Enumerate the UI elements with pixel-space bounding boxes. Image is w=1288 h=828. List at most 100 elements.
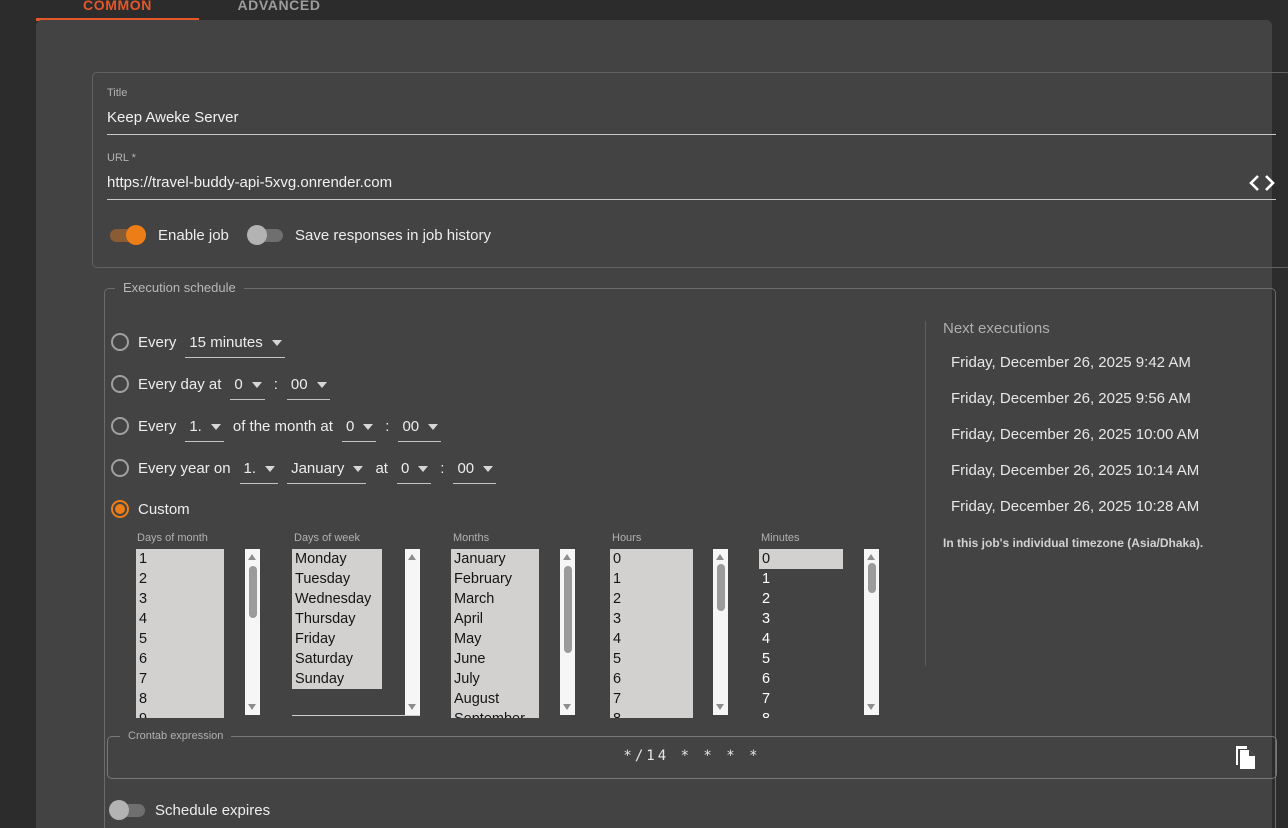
list-option[interactable]: 6 — [136, 649, 224, 669]
list-option[interactable]: Sunday — [292, 669, 382, 689]
enable-job-toggle[interactable] — [108, 224, 146, 246]
list-option[interactable]: Monday — [292, 549, 382, 569]
list-option[interactable]: 2 — [610, 589, 693, 609]
save-responses-toggle[interactable] — [247, 224, 285, 246]
scrollbar-thumb[interactable] — [868, 563, 876, 593]
list-option[interactable]: Tuesday — [292, 569, 382, 589]
list-option[interactable]: 5 — [759, 649, 843, 669]
days-of-week-listbox[interactable]: MondayTuesdayWednesdayThursdayFridaySatu… — [292, 549, 435, 718]
list-option[interactable]: September — [451, 709, 539, 718]
scroll-down-icon[interactable] — [248, 704, 256, 710]
list-option[interactable]: 7 — [759, 689, 843, 709]
hours-listbox[interactable]: 012345678 — [610, 549, 753, 718]
title-input[interactable]: Keep Aweke Server — [107, 109, 238, 126]
yearly-month-select[interactable]: January — [287, 459, 366, 484]
code-brackets-icon[interactable] — [1248, 172, 1276, 194]
list-option[interactable]: 3 — [610, 609, 693, 629]
list-option[interactable]: 1 — [610, 569, 693, 589]
url-input[interactable]: https://travel-buddy-api-5xvg.onrender.c… — [107, 174, 392, 191]
scroll-down-icon[interactable] — [867, 704, 875, 710]
scrollbar-thumb[interactable] — [249, 566, 257, 618]
scrollbar[interactable] — [245, 549, 260, 715]
minutes-listbox[interactable]: 012345678 — [759, 549, 902, 718]
crontab-expression-input[interactable]: */14 * * * * — [108, 748, 1276, 764]
tab-common[interactable]: COMMON — [36, 0, 199, 19]
interval-select[interactable]: 15 minutes — [185, 333, 284, 358]
list-option[interactable]: 7 — [136, 669, 224, 689]
scroll-up-icon[interactable] — [408, 554, 416, 560]
list-option[interactable]: February — [451, 569, 539, 589]
chevron-down-icon — [428, 424, 438, 430]
main-panel: Title Keep Aweke Server URL * https://tr… — [36, 20, 1272, 828]
monthly-minute-select[interactable]: 00 — [398, 417, 441, 442]
scroll-up-icon[interactable] — [248, 554, 256, 560]
monthly-day-select[interactable]: 1. — [185, 417, 224, 442]
scrollbar-thumb[interactable] — [717, 564, 725, 611]
list-option[interactable]: 6 — [610, 669, 693, 689]
scrollbar-thumb[interactable] — [564, 566, 572, 653]
months-listbox[interactable]: JanuaryFebruaryMarchAprilMayJuneJulyAugu… — [451, 549, 594, 718]
scroll-up-icon[interactable] — [867, 554, 875, 560]
list-option[interactable]: April — [451, 609, 539, 629]
list-option[interactable]: January — [451, 549, 539, 569]
list-option[interactable]: Wednesday — [292, 589, 382, 609]
list-option[interactable]: August — [451, 689, 539, 709]
list-option[interactable]: 6 — [759, 669, 843, 689]
list-option[interactable]: 2 — [759, 589, 843, 609]
scrollbar[interactable] — [405, 549, 420, 715]
chevron-down-icon — [317, 382, 327, 388]
scroll-down-icon[interactable] — [716, 704, 724, 710]
list-option[interactable]: March — [451, 589, 539, 609]
list-option[interactable]: 4 — [136, 609, 224, 629]
list-option[interactable]: May — [451, 629, 539, 649]
list-option[interactable]: June — [451, 649, 539, 669]
list-option[interactable]: 0 — [610, 549, 693, 569]
radio-every-day[interactable] — [111, 375, 129, 393]
list-option[interactable]: 0 — [759, 549, 843, 569]
list-option[interactable]: 7 — [610, 689, 693, 709]
radio-every-year[interactable] — [111, 459, 129, 477]
monthly-minute-value: 00 — [402, 418, 419, 435]
list-option[interactable]: 8 — [136, 689, 224, 709]
monthly-day-value: 1. — [189, 418, 202, 435]
radio-every-interval[interactable] — [111, 333, 129, 351]
scrollbar[interactable] — [560, 549, 575, 715]
list-option[interactable]: 3 — [136, 589, 224, 609]
enable-job-label: Enable job — [158, 227, 229, 244]
list-option[interactable]: 1 — [759, 569, 843, 589]
scroll-up-icon[interactable] — [563, 554, 571, 560]
daily-hour-select[interactable]: 0 — [230, 375, 264, 400]
yearly-month-value: January — [291, 460, 344, 477]
yearly-hour-select[interactable]: 0 — [397, 459, 431, 484]
list-option[interactable]: July — [451, 669, 539, 689]
schedule-expires-toggle[interactable] — [109, 799, 147, 821]
days-of-month-listbox[interactable]: 123456789 — [136, 549, 279, 718]
list-option[interactable]: 4 — [610, 629, 693, 649]
list-option[interactable]: 8 — [759, 709, 843, 718]
yearly-day-select[interactable]: 1. — [240, 459, 279, 484]
list-option[interactable]: Friday — [292, 629, 382, 649]
scroll-down-icon[interactable] — [408, 704, 416, 710]
scrollbar[interactable] — [713, 549, 728, 715]
list-option[interactable]: 8 — [610, 709, 693, 718]
daily-minute-select[interactable]: 00 — [287, 375, 330, 400]
scrollbar[interactable] — [864, 549, 879, 715]
monthly-hour-select[interactable]: 0 — [342, 417, 376, 442]
list-option[interactable]: 4 — [759, 629, 843, 649]
radio-every-month[interactable] — [111, 417, 129, 435]
list-option[interactable]: 9 — [136, 709, 224, 718]
copy-icon[interactable] — [1232, 744, 1258, 772]
custom-label[interactable]: Custom — [138, 501, 190, 518]
list-option[interactable]: 5 — [136, 629, 224, 649]
list-option[interactable]: 5 — [610, 649, 693, 669]
list-option[interactable]: Thursday — [292, 609, 382, 629]
list-option[interactable]: Saturday — [292, 649, 382, 669]
list-option[interactable]: 2 — [136, 569, 224, 589]
scroll-down-icon[interactable] — [563, 704, 571, 710]
yearly-minute-select[interactable]: 00 — [453, 459, 496, 484]
scroll-up-icon[interactable] — [716, 554, 724, 560]
radio-custom[interactable] — [111, 500, 129, 518]
list-option[interactable]: 1 — [136, 549, 224, 569]
list-option[interactable]: 3 — [759, 609, 843, 629]
tab-advanced[interactable]: ADVANCED — [199, 0, 359, 19]
